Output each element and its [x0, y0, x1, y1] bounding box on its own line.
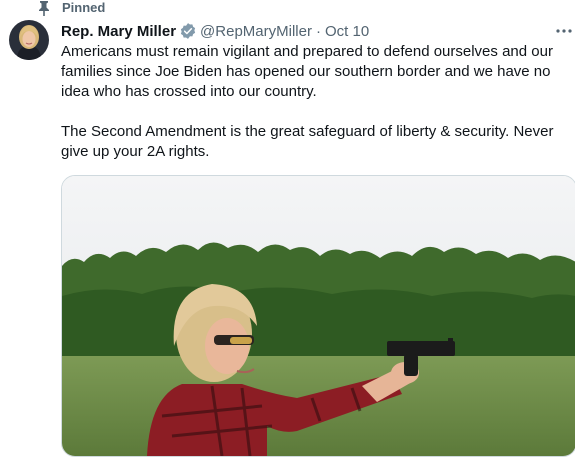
author-handle[interactable]: @RepMaryMiller [200, 23, 312, 40]
tweet-paragraph: The Second Amendment is the great safegu… [61, 123, 554, 160]
separator-dot: · [315, 22, 321, 40]
pinned-indicator [36, 0, 52, 16]
avatar-image [9, 20, 49, 60]
more-options-icon[interactable] [553, 20, 575, 42]
photo-woman-shooting-pistol [62, 176, 575, 456]
verified-badge-icon [180, 23, 196, 39]
tweet-image[interactable] [61, 175, 575, 457]
tweet-paragraph: Americans must remain vigilant and prepa… [61, 43, 553, 100]
tweet-header: Rep. Mary Miller @RepMaryMiller · Oct 10 [61, 20, 369, 42]
pin-icon [39, 1, 49, 16]
tweet-body: Americans must remain vigilant and prepa… [61, 42, 571, 162]
avatar[interactable] [9, 20, 49, 60]
tweet-date[interactable]: Oct 10 [325, 23, 369, 40]
pinned-label: Pinned [62, 0, 106, 15]
author-name[interactable]: Rep. Mary Miller [61, 23, 176, 40]
